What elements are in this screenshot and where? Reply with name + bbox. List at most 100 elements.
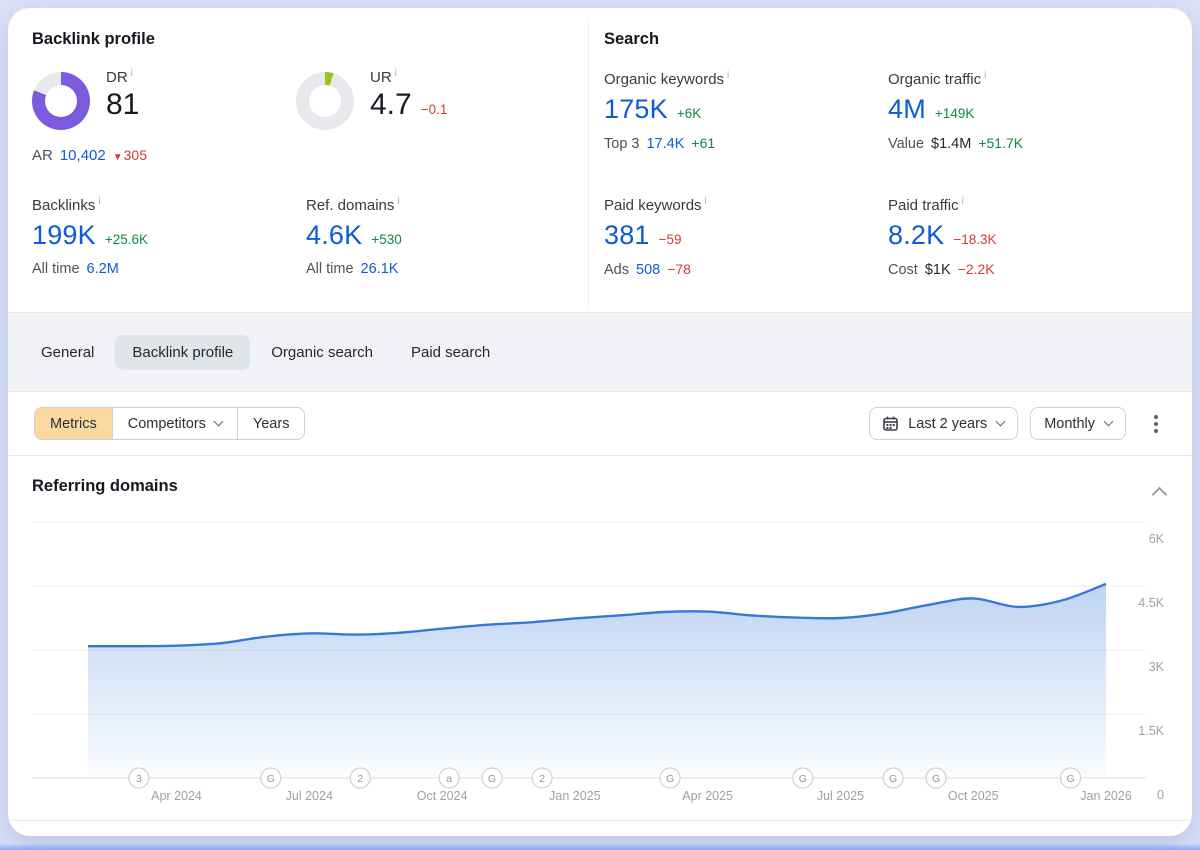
svg-text:Jul 2024: Jul 2024 [286, 789, 333, 803]
value-delta: +51.7K [978, 135, 1023, 151]
section-title-search: Search [604, 30, 659, 49]
tab-backlink-profile[interactable]: Backlink profile [115, 335, 250, 370]
ur-delta: −0.1 [421, 102, 448, 117]
alltime-label: All time [32, 261, 80, 277]
paid-keywords-value[interactable]: 381 [604, 220, 650, 251]
backlinks-metric: Backlinksi 199K +25.6K All time 6.2M [32, 196, 148, 277]
organic-keywords-value[interactable]: 175K [604, 94, 668, 125]
cost-label: Cost [888, 262, 918, 278]
chevron-up-icon[interactable] [1154, 486, 1166, 498]
info-icon[interactable]: i [984, 70, 986, 81]
paid-traffic-label: Paid traffic [888, 197, 959, 214]
info-icon[interactable]: i [397, 196, 399, 207]
date-range-dropdown[interactable]: Last 2 years [869, 407, 1018, 440]
paid-traffic-value[interactable]: 8.2K [888, 220, 944, 251]
svg-text:Jul 2025: Jul 2025 [817, 789, 864, 803]
backlinks-label: Backlinks [32, 197, 95, 214]
ur-metric: URi 4.7 −0.1 [370, 68, 447, 122]
paid-keywords-delta: −59 [659, 232, 682, 247]
chart-toolbar: Metrics Competitors Years Last 2 years [8, 392, 1192, 455]
alltime-value-link[interactable]: 6.2M [87, 261, 119, 277]
ref-domains-metric: Ref. domainsi 4.6K +530 All time 26.1K [306, 196, 402, 277]
svg-text:G: G [1067, 773, 1075, 785]
calendar-icon [883, 416, 898, 431]
view-segmented-control: Metrics Competitors Years [34, 407, 305, 440]
ar-label: AR [32, 147, 53, 164]
value-label: Value [888, 136, 924, 152]
svg-text:6K: 6K [1149, 532, 1165, 546]
chevron-down-icon [1104, 417, 1114, 427]
paid-keywords-label: Paid keywords [604, 197, 702, 214]
main-card: Backlink profile DRi 81 AR 10,402 ▼305 U… [8, 8, 1192, 836]
section-divider [588, 22, 589, 306]
paid-keywords-metric: Paid keywordsi 381 −59 Ads 508 −78 [604, 196, 707, 278]
ar-value-link[interactable]: 10,402 [60, 147, 106, 164]
chart-title: Referring domains [32, 477, 178, 496]
dr-label: DR [106, 69, 128, 86]
organic-traffic-metric: Organic traffici 4M +149K Value $1.4M +5… [888, 70, 1023, 152]
value-amount: $1.4M [931, 136, 971, 152]
competitors-dropdown[interactable]: Competitors [112, 408, 237, 439]
ref-domains-label: Ref. domains [306, 197, 394, 214]
backlinks-value[interactable]: 199K [32, 220, 96, 251]
granularity-dropdown[interactable]: Monthly [1030, 407, 1126, 440]
info-icon[interactable]: i [962, 196, 964, 207]
svg-text:4.5K: 4.5K [1138, 596, 1164, 610]
svg-text:Oct 2024: Oct 2024 [417, 789, 468, 803]
dr-donut-chart [32, 72, 90, 130]
tab-bar: General Backlink profile Organic search … [8, 312, 1192, 392]
cost-delta: −2.2K [958, 261, 995, 277]
svg-text:G: G [799, 773, 807, 785]
svg-text:G: G [267, 773, 275, 785]
svg-text:a: a [446, 773, 452, 785]
cost-amount: $1K [925, 262, 951, 278]
svg-text:3K: 3K [1149, 660, 1165, 674]
toolbar-divider [8, 455, 1192, 456]
organic-keywords-label: Organic keywords [604, 71, 724, 88]
ar-row: AR 10,402 ▼305 [32, 147, 147, 164]
ur-value: 4.7 [370, 88, 412, 122]
top3-value-link[interactable]: 17.4K [646, 136, 684, 152]
info-icon[interactable]: i [705, 196, 707, 207]
svg-text:G: G [932, 773, 940, 785]
info-icon[interactable]: i [131, 68, 133, 79]
svg-text:2: 2 [539, 773, 545, 785]
dr-value: 81 [106, 88, 139, 122]
svg-text:Jan 2026: Jan 2026 [1080, 789, 1131, 803]
svg-text:1.5K: 1.5K [1138, 724, 1164, 738]
ads-value-link[interactable]: 508 [636, 262, 660, 278]
tab-paid-search[interactable]: Paid search [394, 335, 507, 370]
organic-traffic-value[interactable]: 4M [888, 94, 926, 125]
top3-delta: +61 [691, 135, 715, 151]
organic-traffic-label: Organic traffic [888, 71, 981, 88]
info-icon[interactable]: i [727, 70, 729, 81]
info-icon[interactable]: i [98, 196, 100, 207]
chevron-down-icon [213, 417, 223, 427]
svg-text:G: G [889, 773, 897, 785]
metrics-button[interactable]: Metrics [35, 408, 112, 439]
ref-domains-value[interactable]: 4.6K [306, 220, 362, 251]
backlinks-delta: +25.6K [105, 232, 148, 247]
svg-text:2: 2 [357, 773, 363, 785]
referring-domains-area-chart[interactable]: 6K4.5K3K1.5K03G2aG2GGGGGApr 2024Jul 2024… [30, 513, 1170, 813]
ads-label: Ads [604, 262, 629, 278]
years-button[interactable]: Years [237, 408, 305, 439]
toolbar-right-group: Last 2 years Monthly [869, 407, 1166, 440]
svg-text:G: G [488, 773, 496, 785]
svg-text:G: G [666, 773, 674, 785]
tab-general[interactable]: General [24, 335, 111, 370]
alltime-value-link[interactable]: 26.1K [361, 261, 399, 277]
svg-text:Apr 2025: Apr 2025 [682, 789, 733, 803]
dr-metric: DRi 81 [106, 68, 139, 122]
ads-delta: −78 [667, 261, 691, 277]
organic-keywords-delta: +6K [677, 106, 701, 121]
more-options-button[interactable] [1146, 409, 1166, 439]
section-title-backlink-profile: Backlink profile [32, 30, 155, 49]
alltime-label: All time [306, 261, 354, 277]
ur-label: UR [370, 69, 392, 86]
tab-organic-search[interactable]: Organic search [254, 335, 390, 370]
info-icon[interactable]: i [395, 68, 397, 79]
card-bottom-divider [12, 820, 1188, 821]
ur-donut-chart [296, 72, 354, 130]
page-background: Backlink profile DRi 81 AR 10,402 ▼305 U… [0, 0, 1200, 850]
